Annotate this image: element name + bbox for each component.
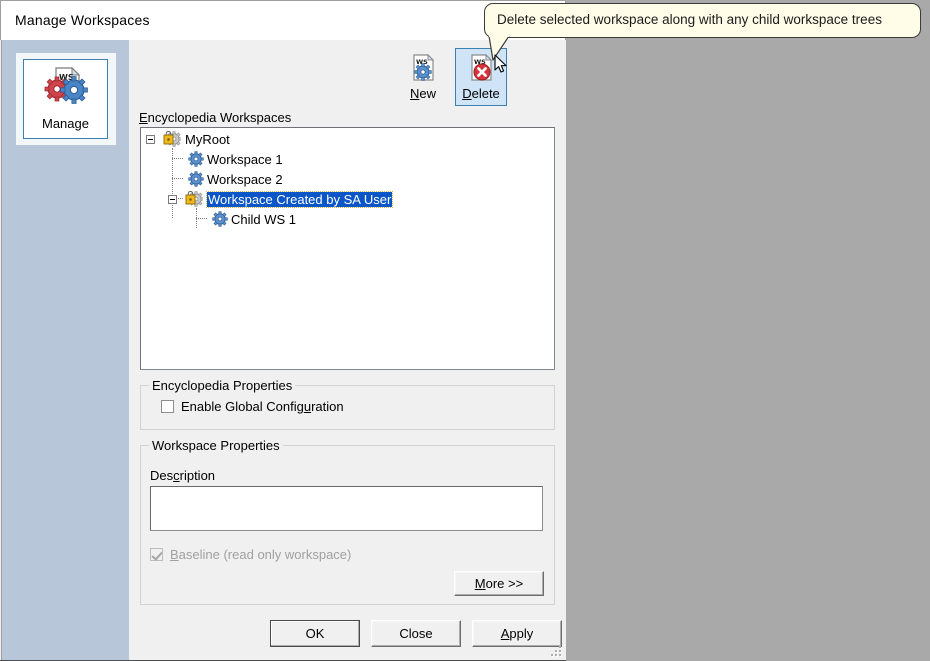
description-label: Description — [150, 468, 215, 483]
apply-label-rest: pply — [509, 626, 534, 641]
encyclopedia-properties-group: Encyclopedia Properties Enable Global Co… — [140, 378, 555, 430]
delete-accel: D — [462, 86, 472, 101]
tree-label-rest: ncyclopedia Workspaces — [147, 110, 292, 125]
delete-workspace-label: Delete — [456, 86, 506, 101]
tree-connector-horizontal — [172, 178, 183, 179]
navigation-card: WS Manage — [16, 53, 116, 145]
baseline-checkbox — [150, 548, 163, 561]
workspace-gear-icon — [212, 211, 228, 227]
tree-label-accel: E — [139, 110, 148, 125]
more-label-rest: ore >> — [485, 576, 524, 591]
locked-workspace-icon — [185, 191, 203, 207]
tooltip-balloon: Delete selected workspace along with any… — [484, 3, 921, 38]
more-button[interactable]: More >> — [454, 571, 544, 596]
dialog-titlebar: Manage Workspaces — [0, 0, 566, 40]
mouse-cursor — [494, 54, 507, 73]
locked-workspace-icon — [163, 131, 181, 147]
workspace-properties-title: Workspace Properties — [149, 438, 283, 453]
tree-expander-toggle[interactable] — [168, 195, 177, 204]
tree-connector-horizontal — [172, 158, 183, 159]
new-workspace-icon: WS — [413, 53, 435, 81]
ok-button[interactable]: OK — [270, 620, 360, 647]
new-workspace-label: New — [398, 86, 448, 101]
tree-expander-toggle[interactable] — [146, 135, 155, 144]
ok-button-label: OK — [305, 626, 325, 641]
apply-button[interactable]: Apply — [472, 620, 562, 647]
workspace-gear-icon — [188, 171, 204, 187]
tree-node-label[interactable]: Workspace 2 — [207, 172, 283, 187]
new-accel: N — [409, 86, 420, 101]
screen: Manage Workspaces WS Manage WS New WS De… — [0, 0, 930, 661]
enable-global-configuration-checkbox[interactable] — [161, 400, 174, 413]
manage-workspaces-dialog: Manage Workspaces WS Manage WS New WS De… — [0, 0, 566, 661]
workspace-toolbar: WS New WS Delete — [397, 48, 557, 108]
close-button-label: Close — [399, 626, 433, 641]
workspace-gear-icon — [188, 151, 204, 167]
baseline-label-rest: aseline (read only workspace) — [178, 547, 352, 562]
content-pane: WS New WS Delete Encyclopedia Workspaces… — [129, 40, 566, 660]
navigation-pane: WS Manage — [2, 40, 129, 660]
baseline-accel: B — [170, 547, 179, 562]
workspace-treeview[interactable]: MyRoot Workspace 1 Workspace 2 Workspace… — [140, 127, 555, 370]
enable-global-configuration-label: Enable Global Configuration — [181, 399, 344, 414]
manage-button[interactable]: WS Manage — [23, 59, 108, 139]
workspace-gears-document-icon: WS — [44, 66, 88, 104]
tree-node-label[interactable]: MyRoot — [185, 132, 230, 147]
tree-node-label[interactable]: Workspace 1 — [207, 152, 283, 167]
tree-connector-horizontal — [196, 218, 207, 219]
dialog-title: Manage Workspaces — [15, 12, 150, 28]
tree-node-label[interactable]: Child WS 1 — [231, 212, 296, 227]
close-button[interactable]: Close — [371, 620, 461, 647]
tree-node-label-selected[interactable]: Workspace Created by SA User — [205, 191, 394, 208]
new-workspace-button[interactable]: WS New — [397, 48, 449, 106]
encyclopedia-workspaces-label: Encyclopedia Workspaces — [139, 110, 291, 125]
more-accel: M — [474, 576, 486, 591]
new-label-rest: ew — [419, 86, 436, 101]
delete-label-rest: elete — [471, 86, 500, 101]
workspace-properties-group: Workspace Properties Description Baselin… — [140, 438, 555, 605]
resize-grip[interactable] — [549, 644, 563, 658]
encyclopedia-properties-title: Encyclopedia Properties — [149, 378, 296, 393]
tooltip-text: Delete selected workspace along with any… — [497, 12, 882, 27]
description-input[interactable] — [150, 486, 543, 531]
description-label-text: Description — [150, 468, 216, 483]
baseline-label: Baseline (read only workspace) — [170, 547, 351, 562]
apply-button-label: Apply — [501, 626, 534, 641]
dialog-client-area: WS Manage WS New WS Delete Encyclopedia … — [1, 40, 566, 660]
manage-button-label: Manage — [42, 116, 89, 131]
